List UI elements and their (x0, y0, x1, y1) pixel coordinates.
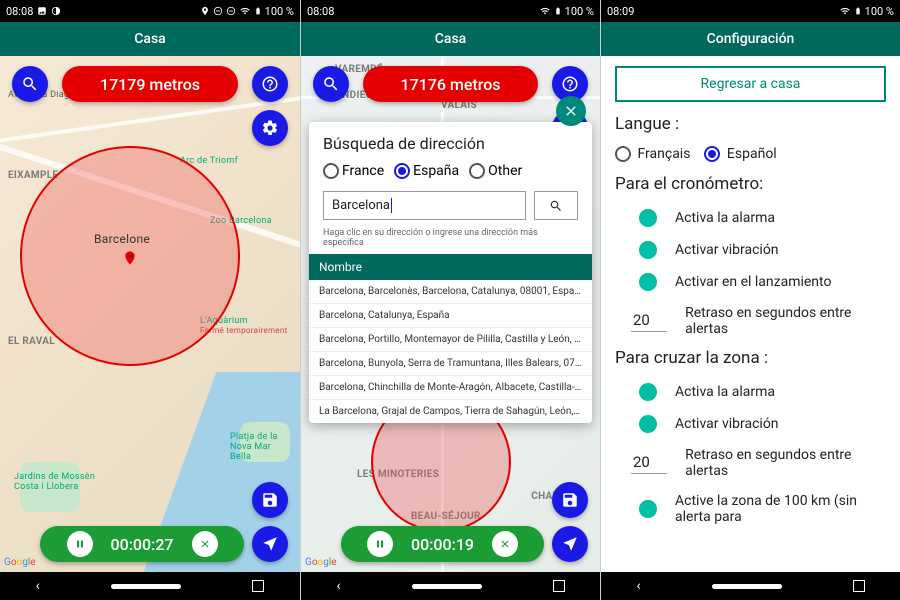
chrono-section-title: Para el cronómetro: (615, 174, 886, 194)
address-search-button[interactable] (534, 191, 578, 220)
status-time: 08:08 (6, 5, 33, 18)
screen-map-main: 08:08 100 % Casa Avinguda Diagonal (0, 0, 300, 600)
radio-francais[interactable]: Français (615, 146, 690, 162)
zone-delay-input[interactable]: 20 (631, 453, 667, 474)
radio-espanol[interactable]: Español (704, 146, 776, 162)
google-badge: Google (305, 557, 337, 568)
save-button[interactable] (252, 482, 288, 518)
dialog-hint: Haga clic en su dirección o ingrese una … (309, 226, 592, 254)
address-search-dialog: Búsqueda de dirección France España Othe… (309, 122, 592, 423)
status-bar: 08:09 100 % (601, 0, 900, 22)
toggle-alarm[interactable]: Activa la alarma (615, 202, 886, 234)
city-label: Barcelone (94, 232, 150, 246)
delay-label: Retraso en segundos entre alertas (685, 305, 886, 337)
pause-button[interactable] (67, 531, 93, 557)
nav-recent[interactable] (252, 580, 264, 592)
app-bar: Casa (301, 22, 600, 56)
result-item[interactable]: Barcelona, Catalunya, España (309, 304, 592, 328)
save-button[interactable] (552, 482, 588, 518)
app-bar: Casa (0, 22, 300, 56)
radio-espana[interactable]: España (394, 163, 459, 179)
battery-icon (254, 5, 262, 17)
result-item[interactable]: Barcelona, Bunyola, Serra de Tramuntana,… (309, 352, 592, 376)
nav-home[interactable] (412, 584, 482, 589)
wifi-icon (539, 6, 551, 16)
page-title: Configuración (707, 31, 795, 47)
toggle-100km-zone[interactable]: Active la zona de 100 km (sin alerta par… (615, 486, 886, 532)
distance-pill: 17176 metros (363, 66, 538, 102)
status-bar: 08:08 100 % (0, 0, 300, 22)
nav-back[interactable]: ‹ (636, 578, 640, 594)
search-button[interactable] (12, 66, 48, 102)
timer-pill: 00:00:27 (40, 526, 244, 562)
pause-button[interactable] (367, 531, 393, 557)
location-icon (200, 6, 210, 16)
help-button[interactable] (252, 66, 288, 102)
toggle-launch[interactable]: Activar en el lanzamiento (615, 266, 886, 298)
map-pin (122, 246, 138, 270)
google-badge: Google (4, 557, 36, 568)
timer-value: 00:00:19 (411, 535, 474, 554)
nav-back[interactable]: ‹ (336, 578, 340, 594)
toggle-zone-alarm[interactable]: Activa la alarma (615, 376, 886, 408)
delay-input[interactable]: 20 (631, 311, 667, 332)
return-home-button[interactable]: Regresar a casa (615, 66, 886, 102)
results-header: Nombre (309, 254, 592, 280)
dnd-icon (226, 6, 236, 16)
result-item[interactable]: Barcelona, Portillo, Montemayor de Pilil… (309, 328, 592, 352)
screen-map-search: 08:08 100 % Casa VALAIS CHANDIEU VAREMBÉ… (300, 0, 600, 600)
lang-label: Langue : (615, 114, 886, 134)
locate-button[interactable] (252, 526, 288, 562)
nav-home[interactable] (111, 584, 181, 589)
image-icon (37, 6, 47, 16)
toggle-vibration[interactable]: Activar vibración (615, 234, 886, 266)
toggle-zone-vibration[interactable]: Activar vibración (615, 408, 886, 440)
page-title: Casa (435, 31, 466, 47)
nav-back[interactable]: ‹ (36, 578, 40, 594)
zone-section-title: Para cruzar la zona : (615, 348, 886, 368)
wifi-icon (839, 6, 851, 16)
nav-bar: ‹ (301, 572, 600, 600)
timer-pill: 00:00:19 (341, 526, 544, 562)
nav-recent[interactable] (853, 580, 865, 592)
nav-bar: ‹ (0, 572, 300, 600)
screen-settings: 08:09 100 % Configuración Regresar a cas… (600, 0, 900, 600)
status-bar: 08:08 100 % (301, 0, 600, 22)
page-title: Casa (134, 31, 165, 47)
settings-button[interactable] (252, 110, 288, 146)
stop-button[interactable] (192, 531, 218, 557)
result-item[interactable]: Barcelona, Barcelonès, Barcelona, Catalu… (309, 280, 592, 304)
locate-button[interactable] (552, 526, 588, 562)
notif-icon (51, 6, 61, 16)
timer-value: 00:00:27 (111, 535, 174, 554)
delay-label: Retraso en segundos entre alertas (685, 447, 886, 479)
stop-button[interactable] (492, 531, 518, 557)
dialog-close-button[interactable] (556, 96, 586, 126)
radio-other[interactable]: Other (469, 163, 522, 179)
result-item[interactable]: Barcelona, Chinchilla de Monte-Aragón, A… (309, 376, 592, 400)
distance-pill: 17179 metros (62, 66, 238, 102)
battery-icon (554, 5, 562, 17)
battery-icon (854, 5, 862, 17)
search-button[interactable] (313, 66, 349, 102)
nav-bar: ‹ (601, 572, 900, 600)
result-item[interactable]: La Barcelona, Grajal de Campos, Tierra d… (309, 400, 592, 423)
app-bar: Configuración (601, 22, 900, 56)
nav-home[interactable] (712, 584, 782, 589)
status-battery: 100 % (265, 5, 294, 18)
dnd-icon (213, 6, 223, 16)
nav-recent[interactable] (553, 580, 565, 592)
address-input[interactable]: Barcelona (323, 191, 526, 220)
dialog-title: Búsqueda de dirección (309, 122, 592, 157)
radio-france[interactable]: France (323, 163, 384, 179)
wifi-icon (239, 6, 251, 16)
